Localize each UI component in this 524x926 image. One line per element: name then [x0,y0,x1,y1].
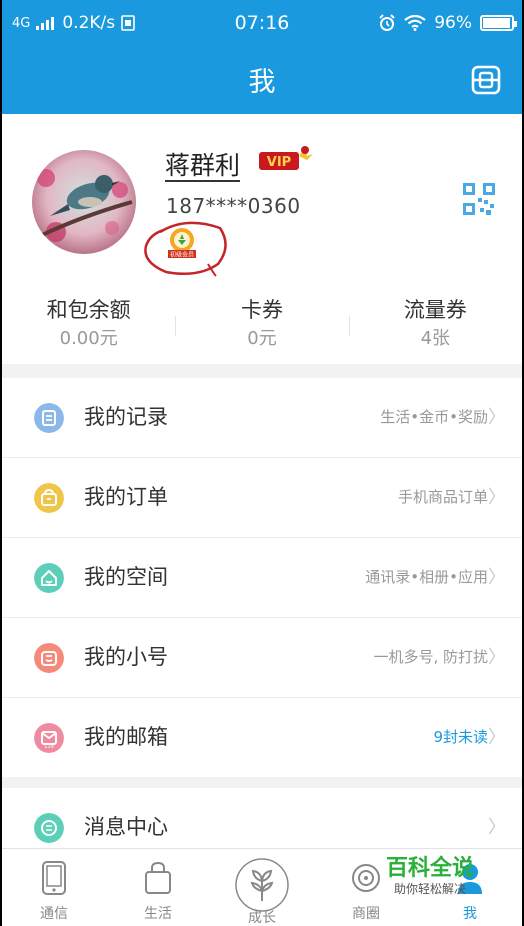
stat-data-coupons[interactable]: 流量券 4张 [348,294,522,358]
menu-sub: 手机商品订单 [397,488,488,506]
vip-label: VIP [267,155,291,170]
member-badge-text: 初级会员 [170,251,194,259]
menu-sub: 通讯录•相册•应用 [365,568,488,586]
menu-item-mailbox[interactable]: 139 我的邮箱 9封未读 〉 [2,698,522,777]
phone-icon [42,861,66,895]
battery-percent: 96% [434,13,472,33]
mailbox-icon: 139 [34,723,64,753]
profile-card: 蒋群利 VIP 187****0360 初级会员 和包余额 0.00元 卡券 0… [2,114,522,364]
menu-list: 我的记录 生活•金币•奖励 〉 我的订单 手机商品订单 〉 我的空间 通讯录•相… [2,378,522,777]
user-name[interactable]: 蒋群利 [165,146,240,182]
member-badge[interactable]: 初级会员 [138,218,230,278]
status-bar: 4G 0.2K/s 07:16 96% [2,0,522,46]
menu-item-space[interactable]: 我的空间 通讯录•相册•应用 〉 [2,538,522,618]
scan-icon[interactable] [470,64,502,96]
tab-label: 我 [463,906,477,922]
menu-item-subnumber[interactable]: 我的小号 一机多号, 防打扰 〉 [2,618,522,698]
bag-icon [145,861,171,894]
tab-communication[interactable]: 通信 [4,849,104,926]
stat-value: 0元 [247,328,277,349]
menu-label: 我的空间 [84,565,168,589]
subnumber-icon [34,643,64,673]
page-title: 我 [248,67,276,98]
tab-label: 商圈 [352,906,380,922]
menu-sub: 一机多号, 防打扰 [373,648,488,666]
menu-item-orders[interactable]: 我的订单 手机商品订单 〉 [2,458,522,538]
menu-label: 我的邮箱 [84,725,168,749]
menu-item-records[interactable]: 我的记录 生活•金币•奖励 〉 [2,378,522,458]
record-icon [34,403,64,433]
battery-icon [480,15,517,31]
tab-life[interactable]: 生活 [108,849,208,926]
chevron-right-icon: 〉 [488,647,506,668]
user-phone: 187****0360 [166,194,301,218]
menu-label: 我的小号 [84,645,168,669]
stat-label: 卡券 [240,298,283,322]
svg-text:139: 139 [44,744,54,750]
chevron-right-icon: 〉 [488,727,506,748]
watermark-title: 百科全说 [386,856,475,881]
message-icon [34,813,64,843]
wifi-icon [404,15,426,31]
business-icon [352,864,380,892]
stat-label: 和包余额 [46,298,131,322]
growth-icon [235,858,289,912]
chevron-right-icon: 〉 [488,407,506,428]
alarm-icon [379,14,395,31]
app-header: 我 [2,46,522,114]
battery-fill [483,18,510,28]
avatar[interactable] [32,150,136,254]
qrcode-icon[interactable] [462,182,496,216]
tab-growth[interactable]: 成长 [212,849,312,926]
wallet-stats: 和包余额 0.00元 卡券 0元 流量券 4张 [2,294,522,358]
space-icon [34,563,64,593]
stat-balance[interactable]: 和包余额 0.00元 [2,294,175,358]
watermark-subtitle: 助你轻松解决 [394,882,467,896]
menu-label: 我的订单 [84,485,168,509]
vip-badge-icon[interactable]: VIP [257,144,317,174]
chevron-right-icon: 〉 [488,487,506,508]
tab-label: 通信 [40,906,68,922]
stat-label: 流量券 [403,298,467,322]
status-right: 96% [378,13,517,33]
tab-label: 成长 [248,910,276,926]
chevron-right-icon: 〉 [488,567,506,588]
order-icon [34,483,64,513]
app-screen: 4G 0.2K/s 07:16 96% 我 蒋群利 VIP 187****036… [2,0,522,926]
unread-count: 9封未读 [433,728,488,746]
stat-value: 4张 [420,328,451,349]
watermark: 百科全说 助你轻松解决 [378,848,506,904]
menu-sub: 生活•金币•奖励 [380,408,488,426]
stat-value: 0.00元 [59,328,118,349]
menu-label: 我的记录 [84,405,168,429]
tab-label: 生活 [144,906,172,922]
stat-coupons[interactable]: 卡券 0元 [175,294,348,358]
